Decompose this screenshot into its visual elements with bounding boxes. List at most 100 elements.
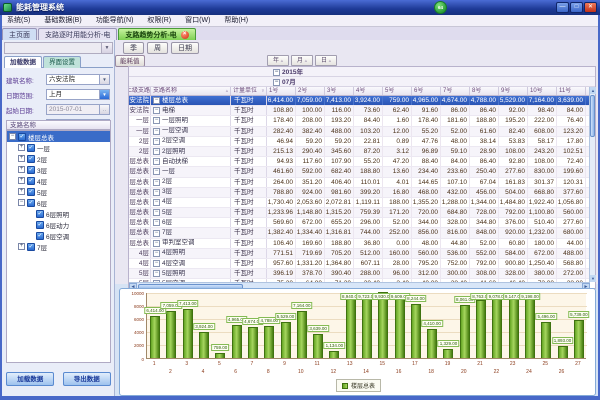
bar[interactable] [199,332,209,358]
chevron-down-icon[interactable]: ▼ [101,43,112,53]
bar[interactable] [509,298,519,358]
bar[interactable] [395,295,405,358]
collapse-icon[interactable]: − [273,69,280,76]
collapse-icon[interactable]: − [273,79,280,86]
sort-button[interactable]: 月 ▵ [291,55,313,66]
col-header-day[interactable]: 7号 [441,87,470,95]
collapse-icon[interactable]: − [153,260,160,267]
bar[interactable] [215,353,225,358]
col-header-day[interactable]: 5号 [383,87,412,95]
checkbox-icon[interactable]: ✓ [18,133,26,141]
checkbox-icon[interactable]: ✓ [27,199,35,207]
collapse-icon[interactable]: − [153,219,160,226]
table-row[interactable]: 楼层总表−审判室空调千瓦时106.40169.60188.8036.800.00… [129,239,595,249]
checkbox-icon[interactable]: ✓ [27,177,35,185]
menu-item[interactable]: 功能导航(N) [89,15,141,27]
menu-item[interactable]: 窗口(W) [178,15,217,27]
select-field[interactable]: 六安法院▼ [46,74,110,85]
table-row[interactable]: 六安法院−电梯千瓦时108.80100.00116.0073.6062.4091… [129,106,595,116]
speed-ball-badge[interactable]: 64 [434,1,447,14]
sidebar-top-combo[interactable]: ▼ [4,42,113,54]
bar[interactable] [460,305,470,358]
tree-item[interactable]: +✓2层 [7,153,110,164]
checkbox-icon[interactable]: ✓ [27,188,35,196]
expand-icon[interactable]: + [18,177,25,184]
checkbox-icon[interactable]: ✓ [27,166,35,174]
bar[interactable] [378,292,388,358]
col-header-day[interactable]: 1号 [267,87,296,95]
tree-item[interactable]: +✓一层 [7,142,110,153]
sidebar-tab[interactable]: 加载数据 [4,56,42,68]
bar[interactable] [297,311,307,358]
tree-item[interactable]: +✓7层 [7,241,110,252]
close-icon[interactable]: ✕ [584,2,597,13]
col-header-day[interactable]: 10号 [528,87,557,95]
bar[interactable] [346,299,356,358]
table-row[interactable]: 2层−2层空调千瓦时46.9459.2059.2022.810.8947.764… [129,137,595,147]
col-header-parent[interactable]: 上级支路 [129,87,151,95]
scroll-down-icon[interactable]: ▼ [590,275,596,282]
bar[interactable] [281,322,291,358]
tree-item[interactable]: +✓4层 [7,175,110,186]
collapse-icon[interactable]: − [153,230,160,237]
table-row[interactable]: 楼层总表−6层千瓦时569.60672.00655.20296.0052.003… [129,218,595,228]
vertical-scrollbar[interactable]: ▲ ▼ [589,87,595,282]
collapse-icon[interactable]: − [153,138,160,145]
calendar-icon[interactable]: ‥ [99,105,109,114]
col-header-day[interactable]: 11号 [557,87,586,95]
bar[interactable] [427,329,437,358]
collapse-icon[interactable]: − [9,133,16,140]
expand-icon[interactable]: + [18,144,25,151]
checkbox-icon[interactable]: ✓ [27,144,35,152]
period-button[interactable]: 季 [123,42,144,54]
table-row[interactable]: 楼层总表−2层千瓦时264.00351.20406.40110.014.0114… [129,178,595,188]
col-header-day[interactable]: 3号 [325,87,354,95]
bar[interactable] [232,325,242,358]
col-header-day[interactable]: 6号 [412,87,441,95]
group-row[interactable]: −2015年 [129,67,595,77]
table-row[interactable]: 2层−2层照明千瓦时215.13290.40345.6087.203.1296.… [129,147,595,157]
vscroll-thumb[interactable] [590,95,595,137]
col-header-day[interactable]: 4号 [354,87,383,95]
col-header-day[interactable]: 9号 [499,87,528,95]
col-header-day[interactable]: 2号 [296,87,325,95]
bar[interactable] [411,304,421,358]
collapse-icon[interactable]: − [153,199,160,206]
bar[interactable] [362,294,372,358]
col-header-name[interactable]: 支路名称▵ [151,87,231,95]
menu-item[interactable]: 帮助(H) [217,15,255,27]
period-button[interactable]: 周 [147,42,168,54]
expand-icon[interactable]: + [18,188,25,195]
bar[interactable] [313,334,323,358]
collapse-icon[interactable]: − [153,158,160,165]
expand-icon[interactable]: + [18,243,25,250]
collapse-icon[interactable]: − [153,128,160,135]
collapse-icon[interactable]: − [153,270,160,277]
collapse-icon[interactable]: − [153,209,160,216]
bar[interactable] [150,316,160,358]
bar[interactable] [166,311,176,358]
collapse-icon[interactable]: − [18,199,25,206]
table-row[interactable]: 楼层总表−自动扶梯千瓦时94.93117.60107.9055.2047.208… [129,157,595,167]
sort-button[interactable]: 年 ▵ [267,55,289,66]
tree-item[interactable]: +✓3层 [7,164,110,175]
table-row[interactable]: 4层−4层照明千瓦时771.51719.69705.20512.00160.00… [129,249,595,259]
bar[interactable] [476,300,486,358]
bar[interactable] [492,298,502,358]
bar[interactable] [574,320,584,358]
bar[interactable] [329,351,339,358]
group-row[interactable]: −07月 [129,77,595,87]
checkbox-icon[interactable]: ✓ [27,155,35,163]
bar[interactable] [264,326,274,358]
tree-item[interactable]: ✓6层空调 [7,230,110,241]
collapse-icon[interactable]: − [153,189,160,196]
collapse-icon[interactable]: − [153,107,160,114]
table-row[interactable]: 楼层总表−7层千瓦时1,382.401,334.401,316.81744.00… [129,228,595,238]
collapse-icon[interactable]: − [153,148,160,155]
collapse-icon[interactable]: − [153,179,160,186]
tab-2[interactable]: 支路逐时用能分析-电 [38,28,117,40]
menu-item[interactable]: 权限(R) [140,15,178,27]
table-row[interactable]: 一层−一层空调千瓦时282.40382.40488.00103.2012.005… [129,127,595,137]
maximize-icon[interactable]: □ [570,2,583,13]
checkbox-icon[interactable]: ✓ [36,210,44,218]
